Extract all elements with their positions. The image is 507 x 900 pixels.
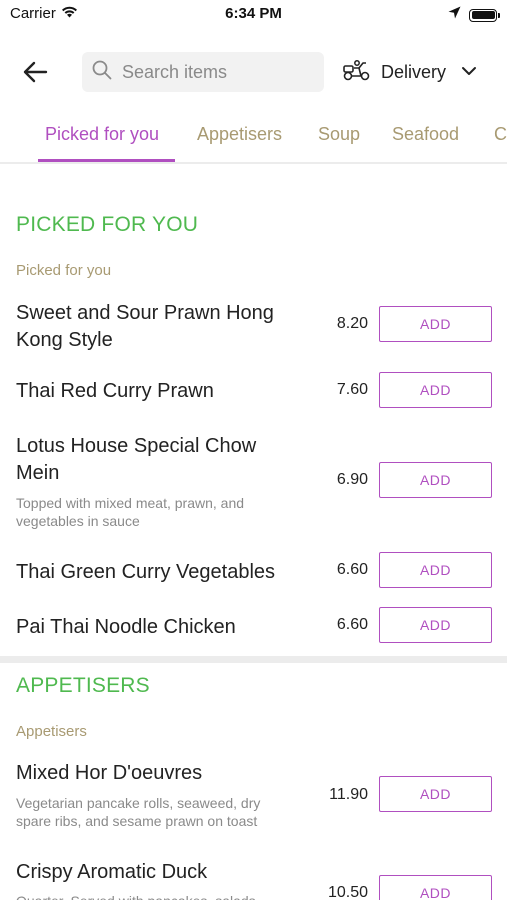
section-title-picked: PICKED FOR YOU (16, 213, 199, 236)
add-button[interactable]: ADD (379, 776, 492, 812)
tab-appetisers[interactable]: Appetisers (197, 124, 282, 145)
battery-icon (469, 8, 500, 22)
add-button[interactable]: ADD (379, 462, 492, 498)
item-name-line: Lotus House Special Chow (16, 435, 257, 457)
item-description-line: Vegetarian pancake rolls, seaweed, dry (16, 795, 261, 811)
search-bar[interactable] (82, 52, 324, 92)
item-price: 8.20 (336, 315, 368, 332)
add-button[interactable]: ADD (379, 306, 492, 342)
section-divider (0, 656, 507, 663)
item-description-line: spare ribs, and sesame prawn on toast (16, 813, 258, 829)
item-name: Pai Thai Noodle Chicken (16, 616, 236, 638)
item-price: 6.60 (336, 561, 368, 578)
search-icon (92, 60, 112, 85)
item-name: Sweet and Sour Prawn Hong Kong Style (16, 300, 316, 354)
add-button[interactable]: ADD (379, 372, 492, 408)
search-input[interactable] (122, 61, 302, 83)
status-right-group (448, 6, 500, 24)
tab-seafood[interactable]: Seafood (392, 124, 459, 145)
back-arrow-icon (23, 61, 48, 83)
active-tab-indicator (38, 159, 175, 162)
back-button[interactable] (22, 60, 50, 84)
item-name-line: Kong Style (16, 329, 113, 351)
item-name: Thai Green Curry Vegetables (16, 561, 276, 583)
add-button[interactable]: ADD (379, 607, 492, 643)
delivery-mode-selector[interactable]: Delivery (342, 52, 477, 92)
item-name: Crispy Aromatic Duck (16, 861, 208, 883)
item-price: 11.90 (329, 786, 368, 803)
chevron-down-icon (461, 63, 477, 81)
category-tabs: Picked for you Appetisers Soup Seafood C (0, 118, 507, 164)
item-price: 6.90 (336, 471, 368, 488)
tab-picked-for-you[interactable]: Picked for you (45, 124, 159, 145)
tab-soup[interactable]: Soup (318, 124, 360, 145)
delivery-label: Delivery (381, 61, 447, 82)
section-subtitle-appetisers: Appetisers (16, 723, 87, 740)
item-description-line: Topped with mixed meat, prawn, and (16, 495, 245, 511)
scooter-icon (342, 59, 372, 86)
item-price: 10.50 (327, 884, 368, 900)
add-button[interactable]: ADD (379, 875, 492, 900)
location-arrow-icon (448, 6, 461, 24)
item-description: Quarter. Served with pancakes, salads (16, 892, 306, 900)
section-title-appetisers: APPETISERS (16, 674, 150, 697)
item-description: Topped with mixed meat, prawn, and veget… (16, 494, 306, 530)
item-name-line: Sweet and Sour Prawn Hong (16, 302, 274, 324)
item-price: 6.60 (336, 616, 368, 633)
top-nav: Delivery (0, 52, 507, 92)
add-button[interactable]: ADD (379, 552, 492, 588)
item-name: Mixed Hor D'oeuvres (16, 762, 203, 784)
item-name: Thai Red Curry Prawn (16, 380, 214, 402)
tab-partial[interactable]: C (494, 124, 507, 145)
item-price: 7.60 (336, 381, 368, 398)
item-description: Vegetarian pancake rolls, seaweed, dry s… (16, 794, 306, 830)
section-subtitle-picked: Picked for you (16, 262, 112, 279)
item-name-line: Mein (16, 462, 60, 484)
status-bar: Carrier 6:34 PM (0, 0, 507, 30)
item-description-line: vegetables in sauce (16, 513, 140, 529)
item-name: Lotus House Special Chow Mein (16, 433, 316, 487)
status-time: 6:34 PM (225, 5, 282, 22)
